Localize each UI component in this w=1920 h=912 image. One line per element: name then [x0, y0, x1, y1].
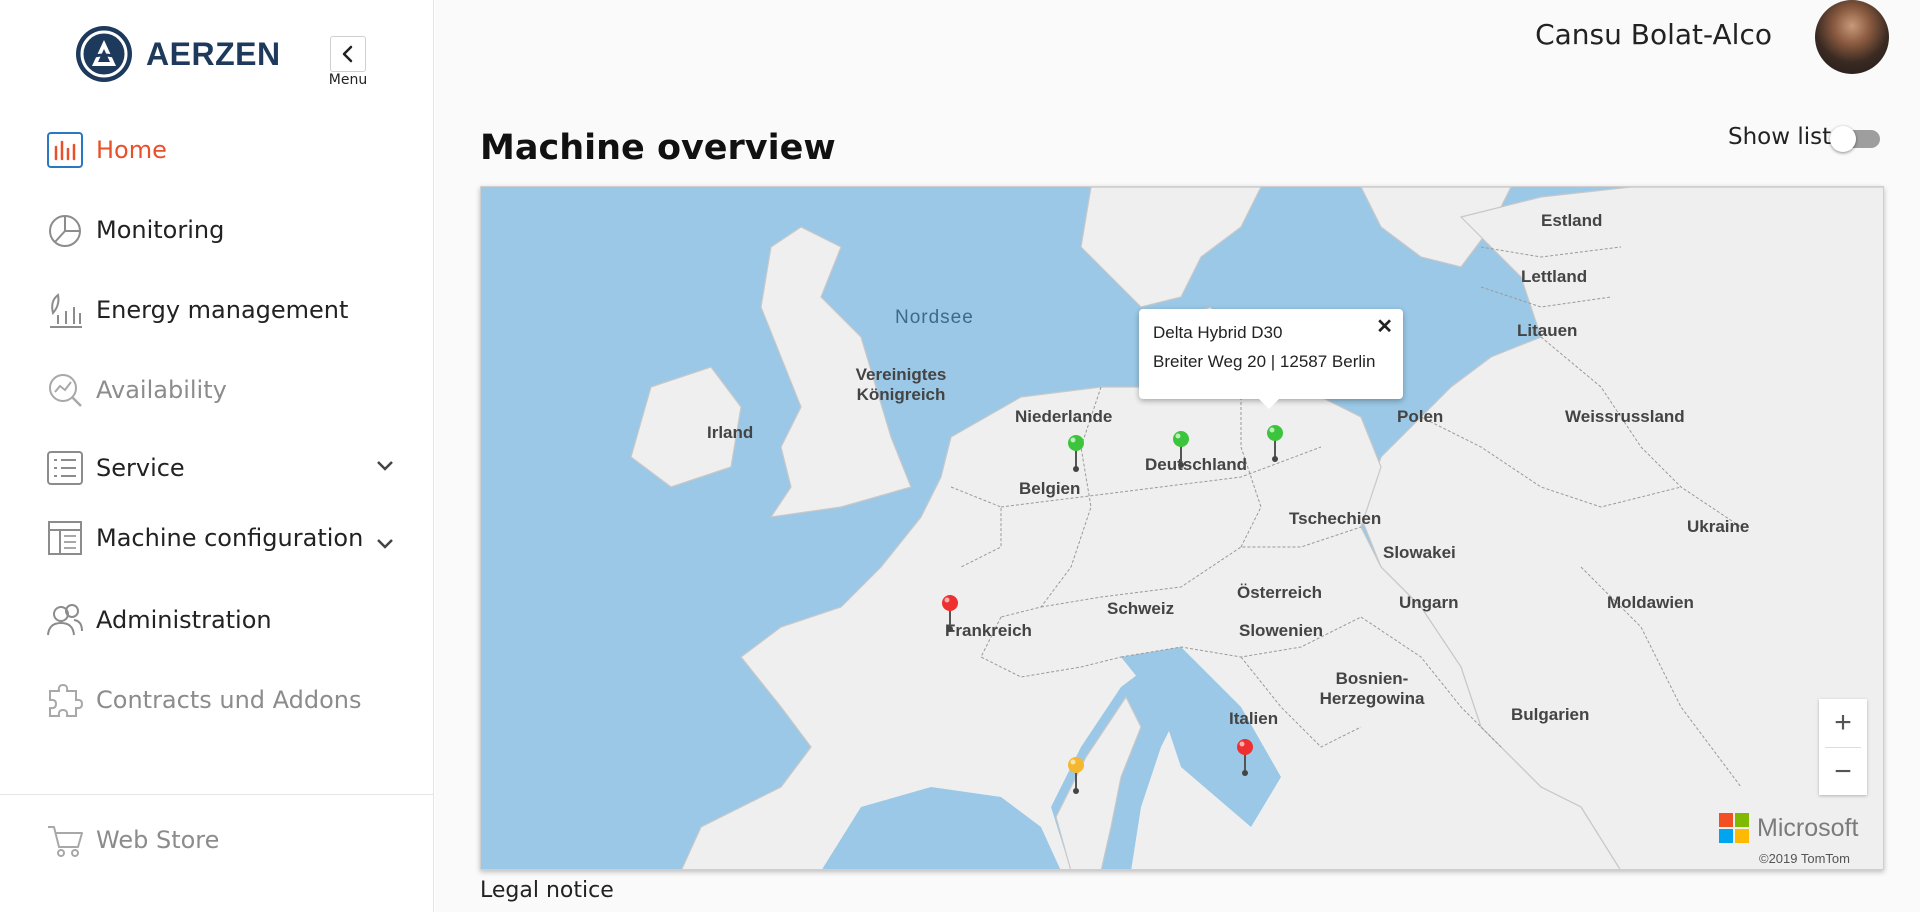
- sea-label: Nordsee: [895, 307, 974, 328]
- avatar[interactable]: [1815, 0, 1889, 74]
- sidebar: AERZEN Menu Home Monitoring Energy manag…: [0, 0, 434, 912]
- pie-chart-icon: [46, 211, 84, 249]
- zoom-in-button[interactable]: +: [1819, 699, 1867, 747]
- nav-item-contracts-und-addons[interactable]: Contracts und Addons: [46, 678, 406, 722]
- nav-item-label: Service: [96, 454, 185, 482]
- country-label: Irland: [707, 423, 754, 442]
- country-label: Tschechien: [1289, 509, 1382, 528]
- nav-item-label: Availability: [96, 376, 227, 404]
- country-label: Polen: [1397, 407, 1444, 426]
- map-pin-green[interactable]: [1064, 433, 1088, 473]
- legal-notice-link[interactable]: Legal notice: [480, 878, 614, 903]
- map-canvas[interactable]: Nordsee Estland Lettland Litauen Vereini…: [480, 186, 1884, 870]
- country-label: Bulgarien: [1511, 705, 1590, 724]
- microsoft-squares-icon: [1719, 813, 1749, 843]
- country-label: Litauen: [1517, 321, 1578, 340]
- show-list-label: Show list: [1728, 124, 1832, 150]
- layout-icon: [46, 519, 84, 557]
- country-label: Slowenien: [1239, 621, 1324, 640]
- map-pin-red[interactable]: [1233, 737, 1257, 777]
- toggle-knob: [1830, 126, 1856, 152]
- popup-machine-address: Breiter Weg 20 | 12587 Berlin: [1153, 352, 1376, 371]
- sidebar-divider: [0, 794, 434, 795]
- popup-tail: [1259, 399, 1279, 409]
- nav-item-service[interactable]: Service: [46, 446, 406, 490]
- country-label: Ungarn: [1399, 593, 1459, 612]
- country-label: Belgien: [1019, 479, 1081, 498]
- nav-item-web-store[interactable]: Web Store: [46, 818, 406, 862]
- nav-item-label: Web Store: [96, 826, 220, 854]
- chevron-down-icon[interactable]: [376, 538, 394, 550]
- nav-item-availability[interactable]: Availability: [46, 368, 406, 412]
- users-icon: [46, 601, 84, 639]
- menu-label: Menu: [328, 72, 368, 88]
- country-label: Schweiz: [1107, 599, 1175, 618]
- nav-item-label: Administration: [96, 606, 272, 634]
- menu-collapse-button[interactable]: [330, 36, 366, 72]
- puzzle-icon: [46, 681, 84, 719]
- map-copyright: ©2019 TomTom: [1759, 851, 1850, 866]
- country-label: Weissrussland: [1565, 407, 1685, 426]
- brand-name: AERZEN: [146, 35, 281, 72]
- nav-item-label: Energy management: [96, 296, 349, 324]
- nav-item-label: Contracts und Addons: [96, 686, 362, 714]
- map-pin-yellow[interactable]: [1064, 755, 1088, 795]
- chevron-left-icon: [342, 45, 353, 63]
- brand-logo[interactable]: AERZEN: [74, 24, 281, 84]
- map-pin-green[interactable]: [1169, 429, 1193, 469]
- nav-item-energy-management[interactable]: Energy management: [46, 288, 406, 332]
- map-pin-red[interactable]: [938, 593, 962, 633]
- provider-name: Microsoft: [1757, 813, 1859, 842]
- machine-info-popup: Delta Hybrid D30 Breiter Weg 20 | 12587 …: [1139, 309, 1403, 409]
- search-chart-icon: [46, 371, 84, 409]
- close-icon[interactable]: ✕: [1376, 317, 1393, 337]
- country-label: Slowakei: [1383, 543, 1456, 562]
- nav-item-machine-configuration[interactable]: Machine configuration: [46, 516, 406, 560]
- nav-item-administration[interactable]: Administration: [46, 598, 406, 642]
- nav-item-label: Home: [96, 136, 167, 164]
- country-label: Lettland: [1521, 267, 1588, 286]
- map-pin-green[interactable]: [1263, 423, 1287, 463]
- country-label: Estland: [1541, 211, 1603, 230]
- zoom-out-button[interactable]: −: [1819, 748, 1867, 796]
- map-land-shapes: [630, 187, 1883, 869]
- country-label: Niederlande: [1015, 407, 1113, 426]
- chevron-down-icon[interactable]: [376, 460, 394, 472]
- country-label: Ukraine: [1687, 517, 1750, 536]
- nav-item-label: Monitoring: [96, 216, 225, 244]
- zoom-control: + −: [1819, 699, 1867, 795]
- nav-item-label: Machine configuration: [96, 524, 364, 552]
- nav-item-monitoring[interactable]: Monitoring: [46, 208, 406, 252]
- country-label: Österreich: [1237, 583, 1323, 602]
- country-label: Vereinigtes Königreich: [855, 365, 947, 404]
- country-label: Deutschland: [1145, 455, 1248, 474]
- microsoft-logo: Microsoft: [1719, 813, 1858, 843]
- page-title: Machine overview: [480, 128, 836, 168]
- nav-item-home[interactable]: Home: [46, 128, 406, 172]
- show-list-toggle[interactable]: [1830, 126, 1882, 152]
- list-icon: [46, 449, 84, 487]
- country-label: Italien: [1229, 709, 1279, 728]
- country-label: Moldawien: [1607, 593, 1694, 612]
- leaf-chart-icon: [46, 291, 84, 329]
- popup-machine-name: Delta Hybrid D30: [1153, 323, 1283, 342]
- country-label: Bosnien-Herzegowina: [1319, 669, 1425, 708]
- cart-icon: [46, 821, 84, 859]
- bar-chart-icon: [46, 131, 84, 169]
- user-name[interactable]: Cansu Bolat-Alco: [1535, 18, 1772, 51]
- aerzen-logo-icon: [76, 26, 132, 82]
